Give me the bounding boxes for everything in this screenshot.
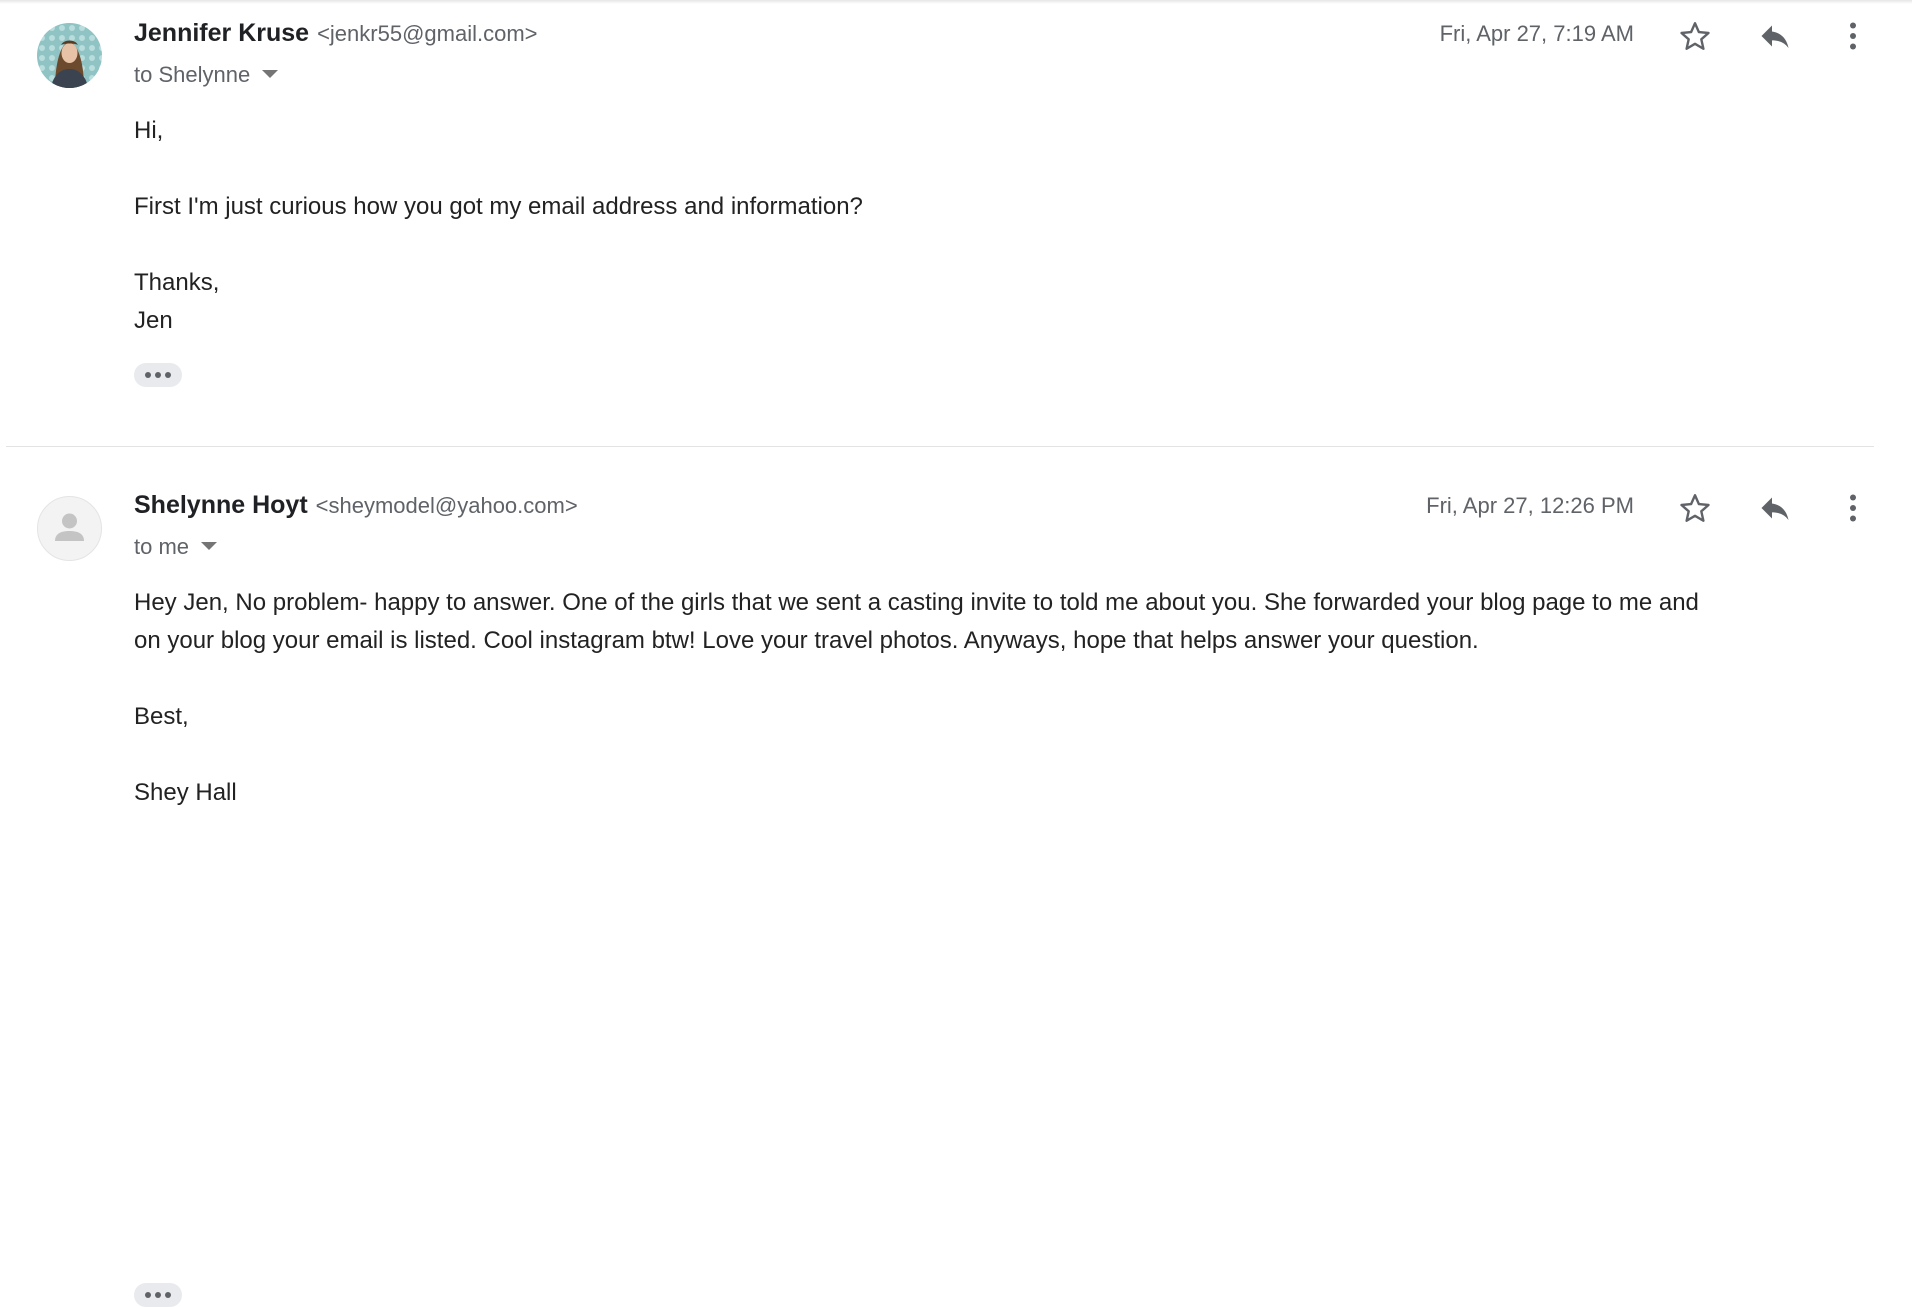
sender-email: <jenkr55@gmail.com> — [317, 21, 538, 46]
dot-icon — [165, 372, 171, 378]
sender: Jennifer Kruse <jenkr55@gmail.com> — [134, 19, 538, 48]
message-date: Fri, Apr 27, 12:26 PM — [1426, 493, 1634, 518]
reply-icon — [1761, 497, 1789, 520]
body-paragraph-line: on your blog your email is listed. Cool … — [134, 627, 1479, 654]
chevron-down-icon[interactable] — [262, 70, 279, 79]
show-trimmed-content-button[interactable] — [134, 363, 182, 387]
message-date: Fri, Apr 27, 7:19 AM — [1439, 21, 1634, 46]
dot-icon — [155, 1292, 161, 1298]
dot-icon — [165, 1292, 171, 1298]
more-vert-icon — [1850, 494, 1856, 522]
body-greeting: Hi, — [134, 117, 164, 144]
body-paragraph: First I'm just curious how you got my em… — [134, 193, 863, 220]
message-divider — [6, 446, 1874, 447]
sender-name[interactable]: Jennifer Kruse — [134, 19, 309, 47]
email-message-jennifer: Jennifer Kruse <jenkr55@gmail.com> to She… — [0, 0, 1912, 447]
dot-icon — [145, 1292, 151, 1298]
more-options-button[interactable] — [1831, 14, 1875, 58]
star-button[interactable] — [1673, 14, 1717, 58]
show-trimmed-content-button[interactable] — [134, 1283, 182, 1307]
recipient-label: to me — [134, 534, 190, 559]
sender-name[interactable]: Shelynne Hoyt — [134, 491, 308, 519]
sender-email: <sheymodel@yahoo.com> — [315, 493, 578, 518]
message-body: Hey Jen, No problem- happy to answer. On… — [134, 584, 1864, 812]
body-paragraph-line: Hey Jen, No problem- happy to answer. On… — [134, 589, 1699, 616]
dot-icon — [145, 372, 151, 378]
reply-button[interactable] — [1753, 14, 1797, 58]
reply-icon — [1761, 25, 1789, 48]
message-body: Hi, First I'm just curious how you got m… — [134, 112, 1864, 340]
star-outline-icon — [1680, 494, 1710, 522]
recipient-label: to Shelynne — [134, 62, 251, 87]
body-signature: Shey Hall — [134, 779, 237, 806]
body-closing: Thanks, — [134, 269, 220, 296]
default-person-icon — [55, 513, 84, 541]
body-closing: Best, — [134, 703, 189, 730]
email-message-shelynne: Shelynne Hoyt <sheymodel@yahoo.com> to me… — [0, 448, 1912, 1307]
sender-avatar[interactable] — [37, 23, 102, 88]
profile-photo-icon — [37, 23, 102, 88]
dot-icon — [155, 372, 161, 378]
more-options-button[interactable] — [1831, 486, 1875, 530]
more-vert-icon — [1850, 22, 1856, 50]
sender-avatar[interactable] — [37, 496, 102, 561]
sender: Shelynne Hoyt <sheymodel@yahoo.com> — [134, 491, 578, 520]
chevron-down-icon[interactable] — [201, 542, 218, 551]
body-signature: Jen — [134, 307, 173, 334]
recipient-details-toggle[interactable]: to Shelynne — [134, 62, 279, 88]
recipient-details-toggle[interactable]: to me — [134, 534, 218, 560]
reply-button[interactable] — [1753, 486, 1797, 530]
star-button[interactable] — [1673, 486, 1717, 530]
star-outline-icon — [1680, 22, 1710, 50]
